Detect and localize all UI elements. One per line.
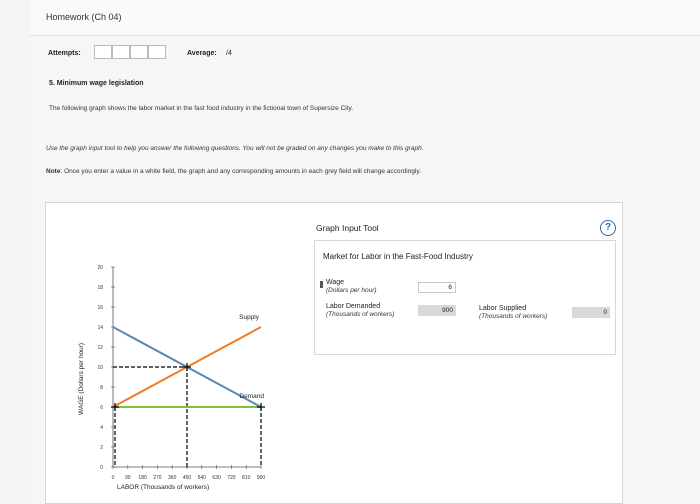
demand-label: Demand [239, 393, 264, 400]
supplied-label-group: Labor Supplied (Thousands of workers) [479, 305, 555, 321]
demanded-label-group: Labor Demanded (Thousands of workers) [326, 303, 402, 319]
demanded-unit: (Thousands of workers) [326, 311, 395, 318]
labor-demanded-output: 900 [418, 305, 456, 316]
question-content: Attempts: Average: /4 5. Minimum wage le… [30, 36, 700, 504]
y-tick-label: 10 [97, 365, 103, 371]
note-text: : Once you enter a value in a white fiel… [60, 168, 421, 175]
y-tick-label: 18 [97, 285, 103, 291]
x-tick-label: 540 [198, 475, 207, 481]
wage-marker-icon [320, 281, 323, 288]
x-tick-label: 360 [168, 475, 177, 481]
question-note: Note: Once you enter a value in a white … [46, 168, 421, 175]
wage-label: Wage [326, 279, 345, 286]
attempt-box-1 [94, 45, 112, 59]
y-tick-label: 16 [97, 305, 103, 311]
attempt-box-4 [148, 45, 166, 59]
attempt-box-3 [130, 45, 148, 59]
supplied-unit: (Thousands of workers) [479, 313, 548, 320]
wage-unit: (Dollars per hour) [326, 287, 377, 294]
y-axis-title: WAGE (Dollars per hour) [78, 343, 85, 415]
note-label: Note [46, 168, 61, 175]
help-icon[interactable]: ? [600, 220, 616, 236]
question-description: The following graph shows the labor mark… [49, 105, 354, 112]
demanded-label: Labor Demanded [326, 303, 381, 310]
market-title: Market for Labor in the Fast-Food Indust… [323, 252, 473, 261]
labor-supplied-output: 0 [572, 307, 610, 318]
y-tick-label: 2 [100, 445, 103, 451]
x-tick-label: 630 [212, 475, 221, 481]
x-tick-label: 720 [227, 475, 236, 481]
graph-input-tool-title: Graph Input Tool [316, 223, 379, 233]
homework-window: Homework (Ch 04) Attempts: Average: /4 5… [0, 0, 700, 504]
x-tick-label: 90 [125, 475, 131, 481]
y-tick-label: 14 [97, 325, 103, 331]
x-tick-label: 0 [112, 475, 115, 481]
attempt-box-2 [112, 45, 130, 59]
y-tick-label: 20 [97, 265, 103, 271]
y-tick-label: 6 [100, 405, 103, 411]
graph-input-tool: Market for Labor in the Fast-Food Indust… [314, 240, 616, 355]
wage-input[interactable]: 6 [418, 282, 456, 293]
average-value: /4 [226, 50, 232, 57]
y-tick-label: 8 [100, 385, 103, 391]
average-label: Average: [187, 50, 217, 57]
y-tick-label: 0 [100, 465, 103, 471]
x-tick-label: 180 [138, 475, 147, 481]
app-title: Homework (Ch 04) [46, 12, 122, 22]
x-tick-label: 810 [242, 475, 251, 481]
x-tick-label: 450 [183, 475, 192, 481]
supply-label: Supply [239, 314, 260, 321]
graph-panel: 0 2 4 6 8 10 12 14 16 18 20 0 90 180 270 360 450 540 630 72… [45, 202, 623, 504]
y-tick-label: 12 [97, 345, 103, 351]
x-tick-label: 270 [153, 475, 162, 481]
question-instructions: Use the graph input tool to help you ans… [46, 145, 424, 152]
x-axis-title: LABOR (Thousands of workers) [117, 484, 209, 491]
wage-label-group: Wage (Dollars per hour) [326, 279, 377, 295]
title-bar: Homework (Ch 04) [30, 0, 700, 36]
attempts-label: Attempts: [48, 50, 81, 57]
supplied-label: Labor Supplied [479, 305, 527, 312]
labor-market-chart[interactable]: 024681012141618200 90 180 270 360 450 540 630 72… [46, 203, 306, 503]
y-tick-label: 4 [100, 425, 103, 431]
question-title: 5. Minimum wage legislation [49, 80, 144, 87]
x-tick-label: 900 [257, 475, 266, 481]
